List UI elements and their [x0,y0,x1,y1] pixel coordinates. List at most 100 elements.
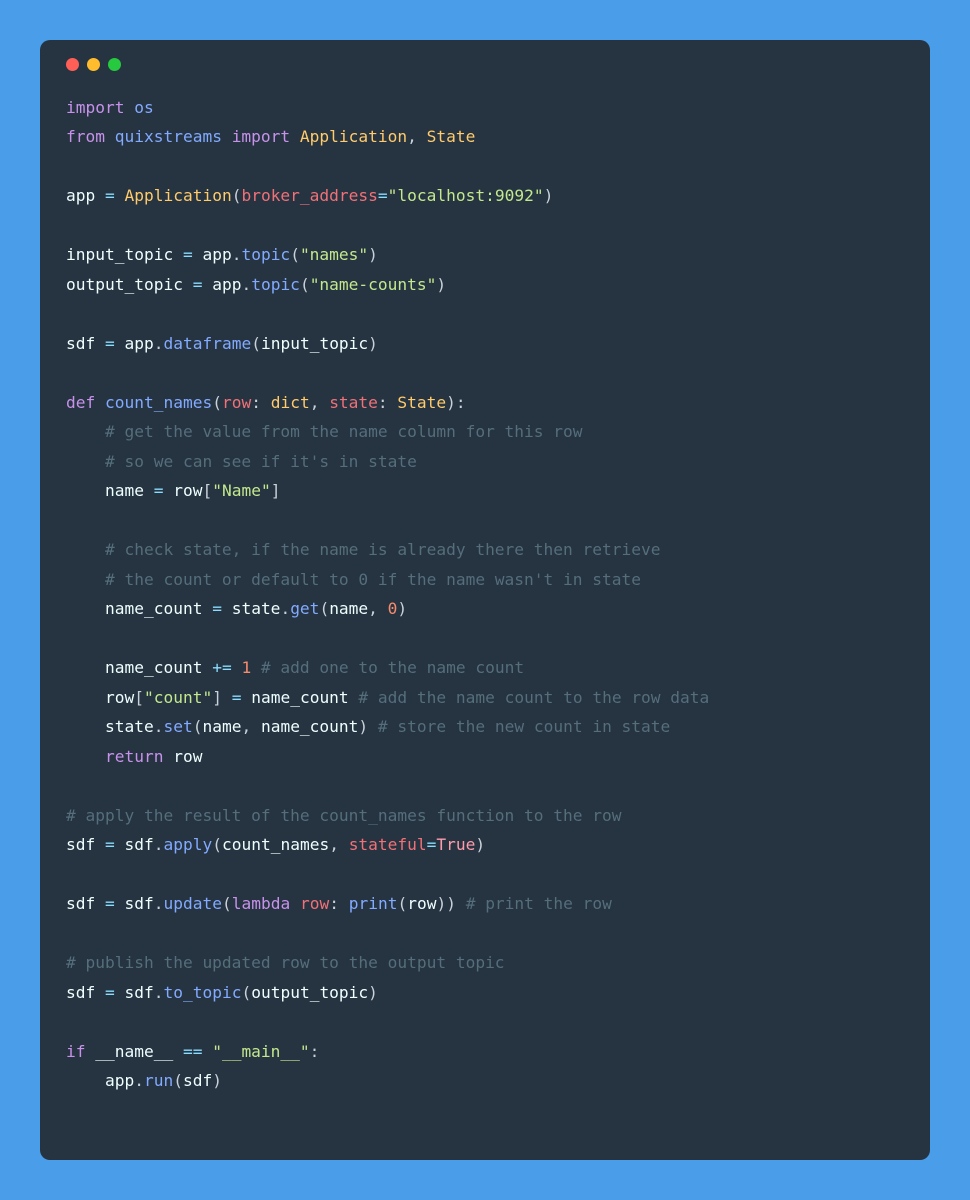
param: broker_address [241,186,377,205]
param: row [222,393,251,412]
variable: state [105,717,154,736]
class-name: Application [300,127,407,146]
keyword: lambda [232,894,290,913]
comment: # get the value from the name column for… [105,422,583,441]
variable: count_names [222,835,329,854]
variable: sdf [66,894,95,913]
comment: # check state, if the name is already th… [105,540,661,559]
variable: input_topic [66,245,173,264]
operator: = [378,186,388,205]
code-block: import os from quixstreams import Applic… [66,93,904,1095]
variable: name_count [105,658,202,677]
number: 1 [241,658,251,677]
operator: = [95,186,124,205]
variable: app [212,275,241,294]
class-name: State [427,127,476,146]
operator: += [202,658,241,677]
variable: name [329,599,368,618]
comment: # publish the updated row to the output … [66,953,505,972]
param: stateful [349,835,427,854]
string: "Name" [212,481,270,500]
keyword: if [66,1042,86,1061]
comment: # store the new count in state [368,717,670,736]
builtin-fn: print [349,894,398,913]
method: to_topic [164,983,242,1002]
variable: app [66,186,95,205]
string: "names" [300,245,368,264]
variable: input_topic [261,334,368,353]
maximize-icon[interactable] [108,58,121,71]
variable: row [105,688,134,707]
operator: = [202,599,231,618]
comment: # apply the result of the count_names fu… [66,806,622,825]
string: "__main__" [212,1042,309,1061]
operator: = [95,835,124,854]
variable: sdf [66,835,95,854]
class-name: State [397,393,446,412]
operator: = [95,894,124,913]
variable: output_topic [251,983,368,1002]
method: update [164,894,222,913]
comment: # print the row [456,894,612,913]
param: state [329,393,378,412]
operator: = [427,835,437,854]
keyword: return [105,747,163,766]
variable: row [407,894,436,913]
variable: row [173,481,202,500]
minimize-icon[interactable] [87,58,100,71]
method: topic [251,275,300,294]
number: 0 [388,599,398,618]
operator: = [173,245,202,264]
method: apply [164,835,213,854]
variable: state [232,599,281,618]
window-titlebar [66,58,904,71]
variable: app [202,245,231,264]
module: quixstreams [115,127,222,146]
variable: row [173,747,202,766]
operator: == [173,1042,212,1061]
variable: app [125,334,154,353]
operator: = [144,481,173,500]
dunder: __name__ [95,1042,173,1061]
keyword: import [66,98,124,117]
variable: sdf [183,1071,212,1090]
variable: app [105,1071,134,1090]
comment: # the count or default to 0 if the name … [105,570,641,589]
operator: = [222,688,251,707]
variable: sdf [66,334,95,353]
comment: # add one to the name count [251,658,524,677]
string: "name-counts" [310,275,437,294]
class-name: Application [125,186,232,205]
method: get [290,599,319,618]
variable: name_count [105,599,202,618]
keyword: from [66,127,105,146]
method: dataframe [164,334,252,353]
variable: sdf [125,894,154,913]
method: topic [241,245,290,264]
method: run [144,1071,173,1090]
variable: name [202,717,241,736]
variable: sdf [66,983,95,1002]
method: set [163,717,192,736]
operator: = [183,275,212,294]
function-name: count_names [105,393,212,412]
variable: name [105,481,144,500]
variable: output_topic [66,275,183,294]
type: dict [271,393,310,412]
variable: sdf [125,835,154,854]
close-icon[interactable] [66,58,79,71]
keyword: import [232,127,290,146]
module: os [134,98,154,117]
comment: # add the name count to the row data [349,688,710,707]
string: "localhost:9092" [388,186,544,205]
param: row [300,894,329,913]
operator: = [95,334,124,353]
operator: = [95,983,124,1002]
comment: # so we can see if it's in state [105,452,417,471]
boolean: True [436,835,475,854]
variable: name_count [251,688,348,707]
keyword: def [66,393,95,412]
variable: sdf [125,983,154,1002]
string: "count" [144,688,212,707]
code-window: import os from quixstreams import Applic… [40,40,930,1160]
